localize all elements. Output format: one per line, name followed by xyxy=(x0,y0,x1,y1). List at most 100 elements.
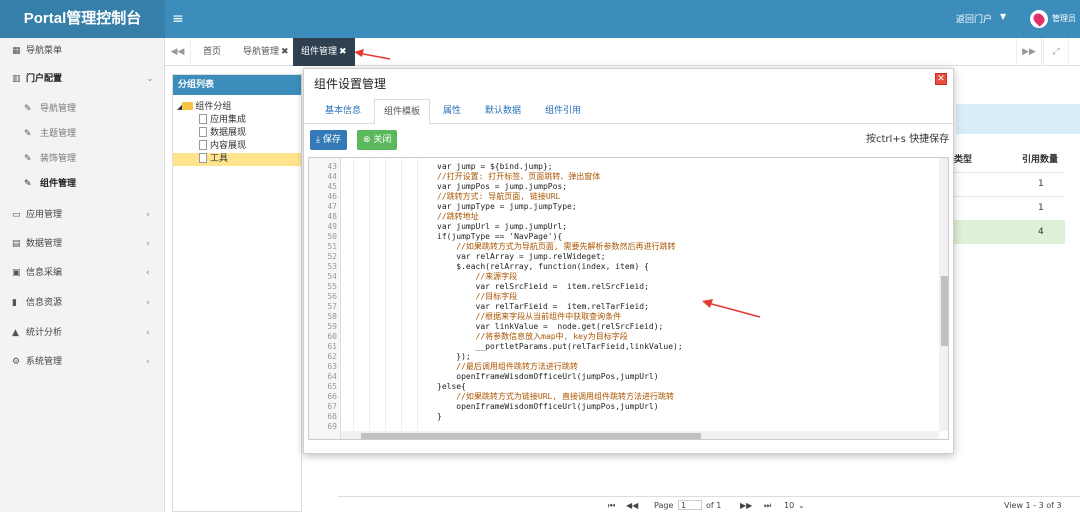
table-cell-ref-count: 4 xyxy=(1038,227,1044,237)
sidebar-item-decor-manage[interactable]: ✎ 装饰管理 xyxy=(0,146,165,172)
tab-component-manage[interactable]: 组件管理 ✖ xyxy=(293,38,355,66)
sidebar-item-portal-config[interactable]: ▥ 门户配置 ⌄ xyxy=(0,66,165,92)
sidebar-item-info-resource[interactable]: ▮ 信息资源 ‹ xyxy=(0,290,165,316)
code-line: openIframeWisdomOfficeUrl(jumpPos,jumpUr… xyxy=(437,372,659,381)
code-line: if(jumpType == 'NavPage'){ xyxy=(437,232,563,241)
gears-icon: ⚙ xyxy=(12,357,21,367)
close-button[interactable]: ⊗ 关闭 xyxy=(357,130,398,150)
tab-nav-manage[interactable]: 导航管理 ✖ xyxy=(235,38,297,66)
first-page-icon[interactable]: ⏮ xyxy=(608,501,615,511)
page-number-input[interactable]: 1 xyxy=(678,500,702,510)
next-page-icon[interactable]: ▶▶ xyxy=(740,501,752,510)
tree-node-app-integration[interactable]: 应用集成 xyxy=(199,114,246,127)
prev-page-icon[interactable]: ◀◀ xyxy=(626,501,638,510)
line-number: 43 xyxy=(327,162,337,171)
sidebar-item-app-manage[interactable]: ▭ 应用管理 ‹ xyxy=(0,202,165,228)
scrollbar-thumb[interactable] xyxy=(361,433,701,439)
file-icon xyxy=(199,114,207,124)
grid-icon: ▦ xyxy=(12,46,21,56)
annotation-arrow-icon xyxy=(702,299,761,318)
code-line: }); xyxy=(437,352,471,361)
tree-node-tools[interactable]: 工具 xyxy=(173,153,301,166)
circle-x-icon: ⊗ xyxy=(363,135,371,145)
table-row-selected[interactable] xyxy=(938,220,1065,244)
close-icon[interactable]: ✖ xyxy=(281,47,289,57)
chevron-left-icon: ‹ xyxy=(146,239,150,249)
line-number: 45 xyxy=(327,182,337,191)
code-editor[interactable]: 43 44 45 46 47 48 49 50 51 52 53 54 55 56 57 58 59 60 61 62… xyxy=(308,157,949,440)
code-line: //根据来字段从当前组件中获取查询条件 xyxy=(437,312,622,321)
code-line: var jumpPos = jump.jumpPos; xyxy=(437,182,568,191)
page-tab-strip: ◀◀ 首页 导航管理 ✖ 组件管理 ✖ ▶▶ ⤢ xyxy=(165,38,1080,66)
tab-home[interactable]: 首页 xyxy=(195,38,229,66)
line-number: 62 xyxy=(327,352,337,361)
code-line: //如果跳转方式为链接URL, 直接调用组件跳转方法进行跳转 xyxy=(437,392,674,401)
line-number: 61 xyxy=(327,342,337,351)
tree-label: 内容展现 xyxy=(210,141,247,151)
page-size-select[interactable]: 10 xyxy=(784,501,794,510)
user-avatar[interactable] xyxy=(1030,10,1048,28)
group-list-panel: 分组列表 ◢ 组件分组 应用集成 数据展现 内容展现 工具 xyxy=(172,74,302,512)
tab-scroll-left-icon[interactable]: ◀◀ xyxy=(165,38,191,66)
sidebar-item-system-manage[interactable]: ⚙ 系统管理 ‹ xyxy=(0,349,165,375)
table-cell-ref-count: 1 xyxy=(1038,203,1044,213)
app-logo[interactable]: Portal管理控制台 xyxy=(0,0,165,38)
sidebar-item-nav-manage[interactable]: ✎ 导航管理 xyxy=(0,96,165,122)
tab-default-data[interactable]: 默认数据 xyxy=(476,99,530,124)
tree-node-content-display[interactable]: 内容展现 xyxy=(199,140,246,153)
sidebar: ▦ 导航菜单 ▥ 门户配置 ⌄ ✎ 导航管理 ✎ 主题管理 ✎ 装饰管理 ✎ 组… xyxy=(0,38,165,512)
tab-component-template[interactable]: 组件模板 xyxy=(374,99,430,125)
code-area[interactable]: var jump = ${bind.jump};//打开设置: 打开标签、页面跳… xyxy=(341,158,939,431)
fullscreen-icon[interactable]: ⤢ xyxy=(1043,38,1069,66)
close-icon[interactable]: ✕ xyxy=(935,73,947,85)
indent-guide xyxy=(369,158,370,431)
tab-properties[interactable]: 属性 xyxy=(436,99,468,124)
table-icon: ▤ xyxy=(12,239,21,249)
horizontal-scrollbar[interactable] xyxy=(341,431,939,439)
tree-node-data-display[interactable]: 数据展现 xyxy=(199,127,246,140)
line-number: 59 xyxy=(327,322,337,331)
sidebar-item-label: 组件管理 xyxy=(40,179,77,189)
chevron-left-icon: ‹ xyxy=(146,268,150,278)
tree-node-root[interactable]: ◢ 组件分组 xyxy=(177,101,231,114)
code-line: $.each(relArray, function(index, item) { xyxy=(437,262,649,271)
return-portal-link[interactable]: 返回门户 xyxy=(956,12,992,25)
dialog-title: 组件设置管理 xyxy=(314,77,387,91)
wrench-icon: ✎ xyxy=(24,154,32,164)
line-number: 48 xyxy=(327,212,337,221)
sidebar-item-info-edit[interactable]: ▣ 信息采编 ‹ xyxy=(0,260,165,286)
file-icon xyxy=(199,140,207,150)
caret-down-icon[interactable]: ▼ xyxy=(1000,12,1006,21)
row-divider xyxy=(938,172,1065,173)
line-number: 50 xyxy=(327,232,337,241)
line-number: 69 xyxy=(327,422,337,431)
close-icon[interactable]: ✖ xyxy=(339,47,347,57)
sidebar-item-data-manage[interactable]: ▤ 数据管理 ‹ xyxy=(0,231,165,257)
tab-label: 导航管理 xyxy=(243,47,280,57)
group-list-title: 分组列表 xyxy=(173,75,301,95)
line-number: 60 xyxy=(327,332,337,341)
last-page-icon[interactable]: ⏭ xyxy=(764,501,771,511)
tree-label: 组件分组 xyxy=(195,102,232,112)
hamburger-icon[interactable]: ≡ xyxy=(172,10,186,28)
scrollbar-thumb[interactable] xyxy=(941,276,948,346)
line-number: 68 xyxy=(327,412,337,421)
tab-component-refs[interactable]: 组件引用 xyxy=(536,99,590,124)
vertical-scrollbar[interactable] xyxy=(939,158,948,431)
top-header: Portal管理控制台 ≡ 返回门户 ▼ 管理员 xyxy=(0,0,1080,38)
id-card-icon: ▣ xyxy=(12,268,21,278)
tab-scroll-right-icon[interactable]: ▶▶ xyxy=(1016,38,1042,66)
tab-basic-info[interactable]: 基本信息 xyxy=(316,99,370,124)
sidebar-item-theme-manage[interactable]: ✎ 主题管理 xyxy=(0,121,165,147)
code-line: var linkValue = node.get(relSrcFieid); xyxy=(437,322,664,331)
chevron-left-icon: ‹ xyxy=(146,298,150,308)
sidebar-item-component-manage[interactable]: ✎ 组件管理 xyxy=(0,171,165,197)
column-header-ref-count: 引用数量 xyxy=(1022,155,1059,165)
save-button[interactable]: ⤓ 保存 xyxy=(310,130,347,150)
chevron-down-icon[interactable]: ⌄ xyxy=(798,501,805,510)
code-line: }else{ xyxy=(437,382,466,391)
sidebar-item-statistics[interactable]: ▲ 统计分析 ‹ xyxy=(0,320,165,346)
code-line: } xyxy=(437,412,442,421)
user-name[interactable]: 管理员 xyxy=(1052,13,1076,24)
line-number: 66 xyxy=(327,392,337,401)
